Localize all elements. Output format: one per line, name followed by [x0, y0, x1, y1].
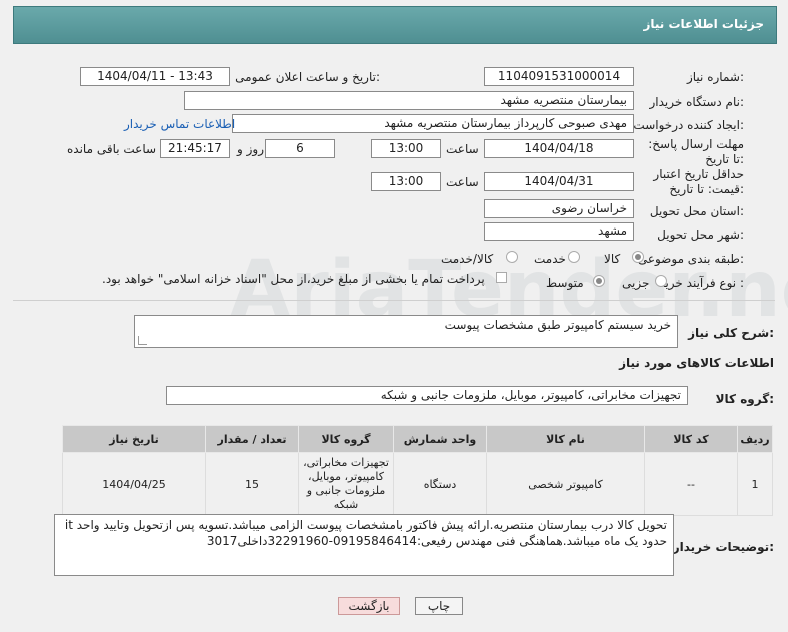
buyer-notes-text: تحویل کالا درب بیمارستان منتصریه.ارائه پ… [64, 518, 667, 548]
days-field[interactable]: 6 [265, 139, 335, 158]
col-date: تاریخ نیاز [62, 425, 206, 453]
province-field[interactable]: خراسان رضوی [484, 199, 634, 218]
city-field[interactable]: مشهد [484, 222, 634, 241]
cell-name: کامپیوتر شخصی [486, 452, 645, 516]
resize-grip-icon[interactable] [138, 336, 147, 345]
print-button[interactable]: چاپ [415, 597, 463, 615]
remaining-label: ساعت باقی مانده [67, 142, 157, 156]
purchase-radio-minor[interactable] [655, 275, 667, 287]
table-row[interactable]: 1 -- کامپیوتر شخصی دستگاه تجهیزات مخابرا… [62, 452, 773, 516]
requester-label: ایجاد کننده درخواست: [633, 118, 744, 132]
treasury-note: پرداخت تمام یا بخشی از مبلغ خرید،از محل … [102, 272, 485, 286]
category-option-goods: کالا [604, 252, 621, 266]
province-label: استان محل تحویل: [649, 204, 744, 218]
description-label: شرح کلی نیاز: [688, 326, 774, 340]
cell-code: -- [644, 452, 738, 516]
category-option-both: کالا/خدمت [441, 252, 494, 266]
cell-qty: 15 [205, 452, 299, 516]
treasury-checkbox[interactable] [496, 272, 507, 283]
buyer-notes-label: توضیحات خریدار: [672, 540, 774, 554]
need-number-label: شماره نیاز: [686, 70, 744, 84]
buyer-org-field[interactable]: بیمارستان منتصریه مشهد [184, 91, 634, 110]
price-date-field[interactable]: 1404/04/31 [484, 172, 634, 191]
purchase-option-minor: جزیی [622, 276, 650, 290]
price-validity-label: حداقل تاریخ اعتبار قیمت: تا تاریخ: [653, 167, 744, 196]
goods-section-title: اطلاعات کالاهای مورد نیاز [619, 356, 774, 370]
cell-row: 1 [737, 452, 773, 516]
requester-field[interactable]: مهدی صبوحی کارپرداز بیمارستان منتصریه مش… [232, 114, 634, 133]
goods-group-field[interactable]: تجهیزات مخابراتی، کامپیوتر، موبایل، ملزو… [166, 386, 688, 405]
col-row: ردیف [737, 425, 773, 453]
col-group: گروه کالا [298, 425, 394, 453]
goods-table-header: ردیف کد کالا نام کالا واحد شمارش گروه کا… [62, 425, 773, 453]
page-title: جزئیات اطلاعات نیاز [643, 17, 764, 31]
col-unit: واحد شمارش [393, 425, 487, 453]
category-radio-service[interactable] [568, 251, 580, 263]
col-name: نام کالا [486, 425, 645, 453]
purchase-radio-medium[interactable] [593, 275, 605, 287]
back-button[interactable]: بازگشت [338, 597, 400, 615]
city-label: شهر محل تحویل: [657, 228, 744, 242]
deadline-time-field[interactable]: 13:00 [371, 139, 441, 158]
goods-table: ردیف کد کالا نام کالا واحد شمارش گروه کا… [62, 425, 773, 516]
remaining-time-field[interactable]: 21:45:17 [160, 139, 230, 158]
buyer-notes-textarea[interactable]: تحویل کالا درب بیمارستان منتصریه.ارائه پ… [54, 514, 674, 576]
buyer-org-label: نام دستگاه خریدار: [649, 95, 745, 109]
purchase-type-label: نوع فرآیند خرید : [659, 276, 744, 290]
category-radio-goods[interactable] [632, 251, 644, 263]
category-radio-both[interactable] [506, 251, 518, 263]
cell-date: 1404/04/25 [62, 452, 206, 516]
category-label: طبقه بندی موضوعی: [637, 252, 744, 266]
announce-field[interactable]: 1404/04/11 - 13:43 [80, 67, 230, 86]
deadline-date-field[interactable]: 1404/04/18 [484, 139, 634, 158]
deadline-label: مهلت ارسال پاسخ: تا تاریخ: [648, 137, 744, 166]
cell-unit: دستگاه [393, 452, 487, 516]
divider [13, 300, 775, 301]
price-time-label: ساعت [446, 175, 479, 189]
col-qty: تعداد / مقدار [205, 425, 299, 453]
buyer-contact-link[interactable]: اطلاعات تماس خریدار [124, 117, 235, 131]
category-option-service: خدمت [534, 252, 566, 266]
deadline-time-label: ساعت [446, 142, 479, 156]
purchase-option-medium: متوسط [546, 276, 584, 290]
cell-group: تجهیزات مخابراتی، کامپیوتر، موبایل، ملزو… [298, 452, 394, 516]
description-text: خرید سیستم کامپیوتر طبق مشخصات پیوست [444, 318, 671, 332]
days-label: روز و [237, 142, 264, 156]
col-code: کد کالا [644, 425, 738, 453]
price-time-field[interactable]: 13:00 [371, 172, 441, 191]
need-number-field[interactable]: 1104091531000014 [484, 67, 634, 86]
description-textarea[interactable]: خرید سیستم کامپیوتر طبق مشخصات پیوست [134, 315, 678, 348]
page-header: جزئیات اطلاعات نیاز [13, 6, 777, 44]
announce-label: تاریخ و ساعت اعلان عمومی: [235, 70, 380, 84]
goods-group-label: گروه کالا: [715, 392, 774, 406]
